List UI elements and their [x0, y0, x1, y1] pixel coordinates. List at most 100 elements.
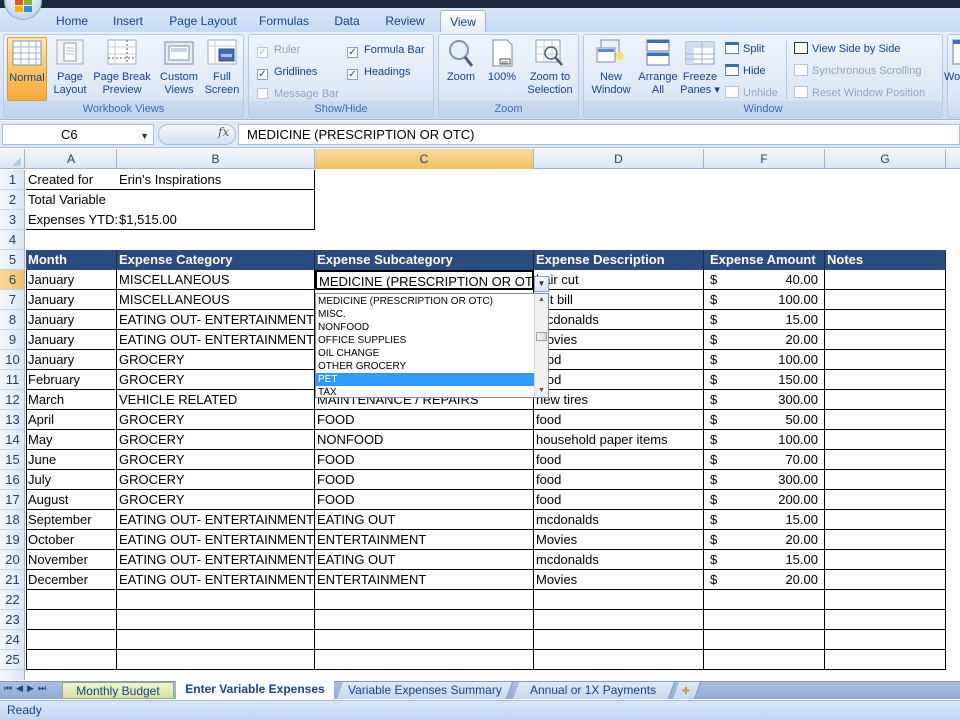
- cell-description[interactable]: food: [534, 410, 704, 430]
- cell-month[interactable]: January: [26, 290, 117, 310]
- last-sheet-icon[interactable]: ⏭: [38, 683, 50, 693]
- tab-data[interactable]: Data: [326, 12, 368, 32]
- cell-category[interactable]: [117, 590, 315, 610]
- active-cell-c6[interactable]: MEDICINE (PRESCRIPTION OR OTC): [315, 270, 534, 290]
- row-header[interactable]: 11: [0, 370, 24, 390]
- cell-category[interactable]: EATING OUT- ENTERTAINMENT: [117, 510, 315, 530]
- cell-a2[interactable]: Total Variable: [26, 190, 176, 210]
- cell-amount[interactable]: $100.00: [704, 290, 825, 310]
- cell-month[interactable]: January: [26, 330, 117, 350]
- cell-description[interactable]: food: [534, 490, 704, 510]
- column-header-f[interactable]: F: [704, 149, 825, 169]
- cell-description[interactable]: [534, 630, 704, 650]
- cell-subcategory[interactable]: FOOD: [315, 450, 534, 470]
- subcategory-dropdown-list[interactable]: ▲ ▼ MEDICINE (PRESCRIPTION OR OTC) MISC. N…: [315, 293, 549, 398]
- cell-amount[interactable]: $300.00: [704, 470, 825, 490]
- zoom-to-selection-button[interactable]: Zoom to Selection: [525, 37, 575, 101]
- cell-subcategory[interactable]: FOOD: [315, 490, 534, 510]
- cell-month[interactable]: June: [26, 450, 117, 470]
- cell-description[interactable]: [534, 590, 704, 610]
- cell-category[interactable]: VEHICLE RELATED: [117, 390, 315, 410]
- cell-month[interactable]: January: [26, 310, 117, 330]
- cell-notes[interactable]: [825, 570, 946, 590]
- cell-month[interactable]: March: [26, 390, 117, 410]
- cell-description[interactable]: mcdonalds: [534, 310, 704, 330]
- cell-category[interactable]: EATING OUT- ENTERTAINMENT: [117, 330, 315, 350]
- row-header[interactable]: 18: [0, 510, 24, 530]
- cell-amount[interactable]: $40.00: [704, 270, 825, 290]
- select-all-button[interactable]: [0, 149, 25, 169]
- tab-view[interactable]: View: [440, 10, 486, 33]
- cell-month[interactable]: [26, 610, 117, 630]
- dropdown-arrow-button[interactable]: ▼: [534, 276, 549, 292]
- page-break-preview-button[interactable]: Page Break Preview: [92, 37, 152, 101]
- tab-home[interactable]: Home: [48, 12, 96, 32]
- cell-description[interactable]: household paper items: [534, 430, 704, 450]
- cell-month[interactable]: May: [26, 430, 117, 450]
- first-sheet-icon[interactable]: ⏮: [4, 683, 16, 693]
- cell-category[interactable]: GROCERY: [117, 450, 315, 470]
- cell-notes[interactable]: [825, 350, 946, 370]
- cell-description[interactable]: food: [534, 350, 704, 370]
- page-layout-button[interactable]: Page Layout: [50, 37, 90, 101]
- header-expense-amount[interactable]: Expense Amount: [704, 250, 825, 270]
- sheet-tab-variable-expenses-summary[interactable]: Variable Expenses Summary: [336, 682, 514, 699]
- dropdown-option[interactable]: TAX: [316, 386, 534, 399]
- cell-category[interactable]: EATING OUT- ENTERTAINMENT: [117, 570, 315, 590]
- cell-subcategory[interactable]: EATING OUT: [315, 510, 534, 530]
- scroll-down-icon[interactable]: ▼: [535, 385, 548, 397]
- cell-b3[interactable]: $1,515.00: [117, 210, 315, 230]
- cell-month[interactable]: December: [26, 570, 117, 590]
- zoom-100-button[interactable]: 100 100%: [483, 37, 521, 101]
- cell-category[interactable]: GROCERY: [117, 490, 315, 510]
- cell-description[interactable]: Movies: [534, 570, 704, 590]
- cell-subcategory[interactable]: NONFOOD: [315, 430, 534, 450]
- cell-month[interactable]: January: [26, 270, 117, 290]
- full-screen-button[interactable]: Full Screen: [202, 37, 242, 101]
- cell-description[interactable]: [534, 650, 704, 670]
- cell-amount[interactable]: $15.00: [704, 310, 825, 330]
- cell-notes[interactable]: [825, 650, 946, 670]
- tab-insert[interactable]: Insert: [104, 12, 152, 32]
- insert-function-icon[interactable]: fx: [218, 125, 229, 139]
- cell-category[interactable]: MISCELLANEOUS: [117, 290, 315, 310]
- cell-subcategory[interactable]: FOOD: [315, 410, 534, 430]
- new-window-button[interactable]: New Window: [587, 37, 635, 101]
- row-header[interactable]: 1: [0, 170, 24, 190]
- chevron-down-icon[interactable]: ▼: [140, 127, 149, 146]
- column-header-g[interactable]: G: [825, 149, 946, 169]
- sheet-tab-annual-payments[interactable]: Annual or 1X Payments: [512, 682, 676, 699]
- cell-description[interactable]: movies: [534, 330, 704, 350]
- cell-month[interactable]: [26, 630, 117, 650]
- cell-notes[interactable]: [825, 490, 946, 510]
- cell-category[interactable]: [117, 610, 315, 630]
- row-header[interactable]: 25: [0, 650, 24, 670]
- zoom-button[interactable]: Zoom: [442, 37, 480, 101]
- cell-description[interactable]: Movies: [534, 530, 704, 550]
- cell-subcategory[interactable]: ENTERTAINMENT: [315, 530, 534, 550]
- cell-month[interactable]: August: [26, 490, 117, 510]
- cell-amount[interactable]: $300.00: [704, 390, 825, 410]
- cell-category[interactable]: GROCERY: [117, 410, 315, 430]
- split-button[interactable]: Split: [725, 42, 764, 56]
- sheet-tab-enter-variable-expenses[interactable]: Enter Variable Expenses: [176, 681, 334, 699]
- header-notes[interactable]: Notes: [825, 250, 946, 270]
- cell-notes[interactable]: [825, 510, 946, 530]
- cell-b1[interactable]: Erin's Inspirations: [117, 170, 315, 190]
- cell-amount[interactable]: [704, 610, 825, 630]
- header-expense-subcategory[interactable]: Expense Subcategory: [315, 250, 534, 270]
- dropdown-option[interactable]: OIL CHANGE: [316, 347, 534, 360]
- row-header[interactable]: 8: [0, 310, 24, 330]
- column-header-c[interactable]: C: [315, 149, 534, 169]
- row-header[interactable]: 7: [0, 290, 24, 310]
- dropdown-option[interactable]: MISC.: [316, 308, 534, 321]
- scrollbar-thumb[interactable]: [536, 332, 547, 341]
- cell-category[interactable]: EATING OUT- ENTERTAINMENT: [117, 310, 315, 330]
- cell-a1[interactable]: Created for: [26, 170, 117, 190]
- sheet-tab-monthly-budget[interactable]: Monthly Budget: [62, 682, 174, 699]
- formula-bar-checkbox[interactable]: ✓ Formula Bar: [347, 43, 425, 58]
- freeze-panes-button[interactable]: Freeze Panes ▾: [680, 37, 720, 101]
- cell-amount[interactable]: $100.00: [704, 350, 825, 370]
- cell-description[interactable]: food: [534, 370, 704, 390]
- cell-notes[interactable]: [825, 430, 946, 450]
